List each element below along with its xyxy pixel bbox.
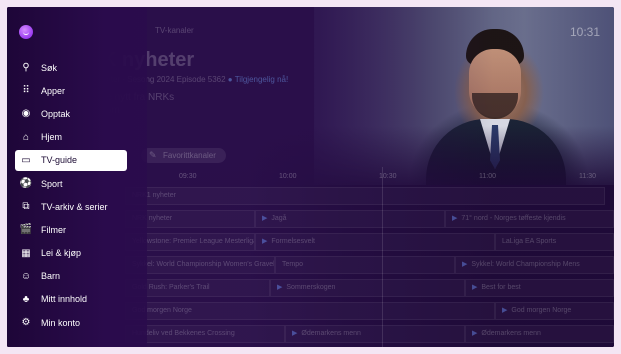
epg-program-cell[interactable]: ▶ Ødemarkens menn	[465, 325, 614, 343]
play-icon: ▶	[262, 215, 268, 222]
sidebar-item-label: Mitt innhold	[41, 294, 88, 305]
epg-program-cell[interactable]: ▶ God morgen Norge	[495, 302, 614, 320]
sidebar-item-label: Barn	[41, 271, 61, 282]
breadcrumb: TV-kanaler	[155, 26, 194, 35]
app-logo-icon	[19, 25, 33, 39]
sidebar-item-label: TV-arkiv & serier	[41, 201, 108, 212]
home-icon: ⌂	[22, 131, 30, 143]
epg-program-cell[interactable]: ▶ Sommerskogen	[270, 279, 465, 297]
sidebar-item-tv-arkiv-serier[interactable]: ⧉ TV-arkiv & serier	[15, 196, 127, 217]
play-icon: ▶	[502, 307, 508, 314]
search-icon: ⚲	[22, 62, 30, 74]
epg-program-title: Sykkel: World Championship Women's Grave…	[132, 261, 275, 268]
film-clapper-icon: 🎬	[19, 224, 33, 236]
sidebar-nav: ⚲ Søk ⠿ Apper ◉ Opptak ⌂ Hjem ▭ TV-guide ⚽ Sport ⧉ TV…	[15, 57, 127, 335]
epg-program-title: LaLiga EA Sports	[502, 238, 557, 245]
epg-program-cell[interactable]: ▶ Formelsesvelt	[255, 233, 495, 251]
sidebar-item-label: Hjem	[41, 132, 63, 143]
epg-program-cell[interactable]: NRK1 nyheter	[125, 187, 605, 205]
sidebar-item-hjem[interactable]: ⌂ Hjem	[15, 127, 127, 148]
availability-badge: ● Tilgjengelig nå!	[227, 75, 289, 84]
play-icon: ▶	[472, 330, 478, 337]
sidebar-item-søk[interactable]: ⚲ Søk	[15, 57, 127, 78]
epg-program-cell[interactable]: Hundeliv ved Bekkenes Crossing	[125, 325, 285, 343]
epg-program-title: Sommerskogen	[286, 284, 336, 291]
tv-icon: ▭	[21, 154, 31, 166]
sidebar-item-apper[interactable]: ⠿ Apper	[15, 80, 127, 101]
sport-ball-icon: ⚽	[19, 178, 33, 190]
sidebar-item-mitt-innhold[interactable]: ♣ Mitt innhold	[15, 289, 127, 310]
epg-program-cell[interactable]: Tempo	[275, 256, 455, 274]
play-icon: ▶	[262, 238, 268, 245]
epg-program-title: Ødemarkens menn	[481, 330, 541, 337]
time-label: 10:00	[279, 173, 297, 180]
sidebar-item-label: Min konto	[41, 317, 81, 328]
time-label: 09:30	[179, 173, 197, 180]
epg-program-title: Best for best	[481, 284, 521, 291]
sidebar-menu: ⚲ Søk ⠿ Apper ◉ Opptak ⌂ Hjem ▭ TV-guide ⚽ Sport ⧉ TV…	[7, 7, 147, 347]
sidebar-item-label: Sport	[41, 178, 63, 189]
epg-program-title: Tempo	[282, 261, 304, 268]
sidebar-item-min-konto[interactable]: ⚙ Min konto	[15, 312, 127, 333]
sidebar-item-sport[interactable]: ⚽ Sport	[15, 173, 127, 194]
epg-program-title: Sykkel: World Championship Mens	[471, 261, 580, 268]
epg-program-cell[interactable]: God morgen Norge	[125, 302, 495, 320]
epg-program-title: God morgen Norge	[511, 307, 572, 314]
play-icon: ▶	[277, 284, 283, 291]
sidebar-item-label: TV-guide	[41, 155, 78, 166]
epg-program-title: Ødemarkens menn	[301, 330, 361, 337]
sidebar-item-label: Opptak	[41, 108, 71, 119]
kids-icon: ☺	[20, 270, 32, 282]
epg-program-cell[interactable]: ▶ Jagå	[255, 210, 445, 228]
settings-gear-icon: ⚙	[21, 317, 31, 329]
play-icon: ▶	[472, 284, 478, 291]
sidebar-item-tv-guide[interactable]: ▭ TV-guide	[15, 149, 127, 171]
epg-program-cell[interactable]: ▶ Ødemarkens menn	[285, 325, 465, 343]
sidebar-item-label: Søk	[41, 62, 58, 73]
sidebar-item-label: Apper	[41, 85, 66, 96]
sidebar-item-opptak[interactable]: ◉ Opptak	[15, 103, 127, 124]
favorites-filter-button[interactable]: ✎ Favorittkanaler	[141, 148, 226, 163]
rent-buy-icon: ▦	[21, 247, 31, 259]
play-icon: ▶	[292, 330, 298, 337]
epg-program-title: Hundeliv ved Bekkenes Crossing	[132, 330, 235, 337]
my-content-icon: ♣	[22, 293, 30, 305]
epg-program-title: Jagå	[271, 215, 287, 222]
epg-program-cell[interactable]: Sykkel: World Championship Women's Grave…	[125, 256, 275, 274]
sidebar-item-filmer[interactable]: 🎬 Filmer	[15, 219, 127, 240]
archive-icon: ⧉	[22, 201, 30, 213]
record-icon: ◉	[21, 108, 31, 120]
play-icon: ▶	[452, 215, 458, 222]
epg-program-title: Formelsesvelt	[271, 238, 315, 245]
epg-program-title: 71° nord - Norges tøffeste kjendis	[461, 215, 566, 222]
tv-app-screen: TV-kanaler 10:31 NRK nyheter NRK Nyheter…	[7, 7, 614, 347]
sidebar-item-lei-kjøp[interactable]: ▦ Lei & kjøp	[15, 243, 127, 264]
play-icon: ▶	[462, 261, 468, 268]
epg-program-title: Yellowstone: Premier League Mesterligaen…	[132, 238, 254, 245]
apps-grid-icon: ⠿	[22, 85, 30, 97]
sidebar-item-barn[interactable]: ☺ Barn	[15, 266, 127, 287]
epg-program-cell[interactable]: ▶ Sykkel: World Championship Mens	[455, 256, 614, 274]
epg-program-cell[interactable]: LaLiga EA Sports	[495, 233, 614, 251]
clock: 10:31	[569, 25, 600, 39]
epg-program-cell[interactable]: ▶ Best for best	[465, 279, 614, 297]
sidebar-item-label: Lei & kjøp	[41, 248, 82, 259]
epg-program-cell[interactable]: ▶ 71° nord - Norges tøffeste kjendis	[445, 210, 614, 228]
time-label: 11:30	[579, 173, 596, 180]
sidebar-item-label: Filmer	[41, 224, 66, 235]
edit-pencil-icon: ✎	[149, 150, 157, 160]
time-label: 11:00	[479, 173, 496, 180]
